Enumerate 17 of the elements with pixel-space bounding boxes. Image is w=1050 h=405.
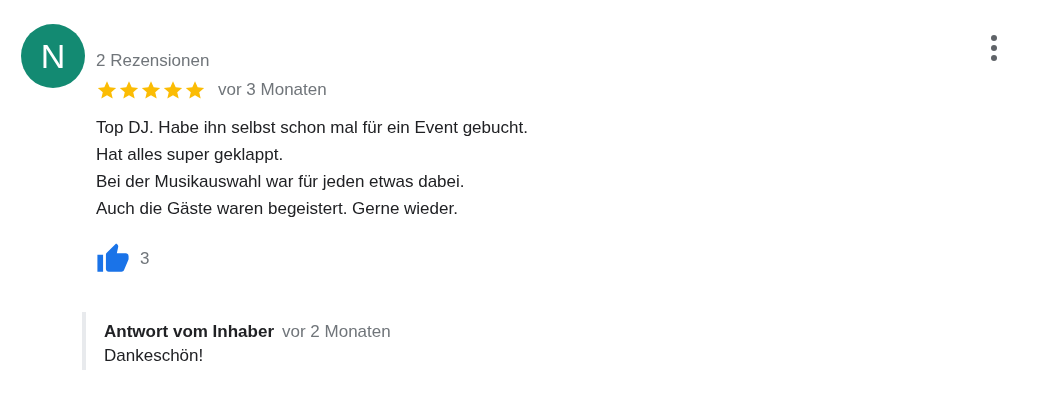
reply-text: Dankeschön! [104, 346, 205, 366]
review-text: Bei der Musikauswahl war für jeden etwas dabei. [96, 171, 466, 193]
like-count: 3 [140, 249, 150, 269]
review-time: vor 3 Monaten [218, 80, 327, 100]
more-options-icon[interactable] [990, 34, 998, 62]
star-icon [162, 79, 184, 101]
reviewer-info: 2 Rezensionen [96, 50, 211, 72]
reply-time: vor 2 Monaten [282, 322, 391, 342]
star-icon [118, 79, 140, 101]
review-text: Auch die Gäste waren begeistert. Gerne wieder. [96, 198, 459, 220]
avatar[interactable]: N [21, 24, 85, 88]
reply-title: Antwort vom Inhaber [104, 322, 274, 342]
star-icon [96, 79, 118, 101]
review-text: Hat alles super geklappt. [96, 144, 285, 166]
star-icon [184, 79, 206, 101]
star-icon [140, 79, 162, 101]
review-text: Top DJ. Habe ihn selbst schon mal für ein Event gebucht. [96, 117, 529, 139]
